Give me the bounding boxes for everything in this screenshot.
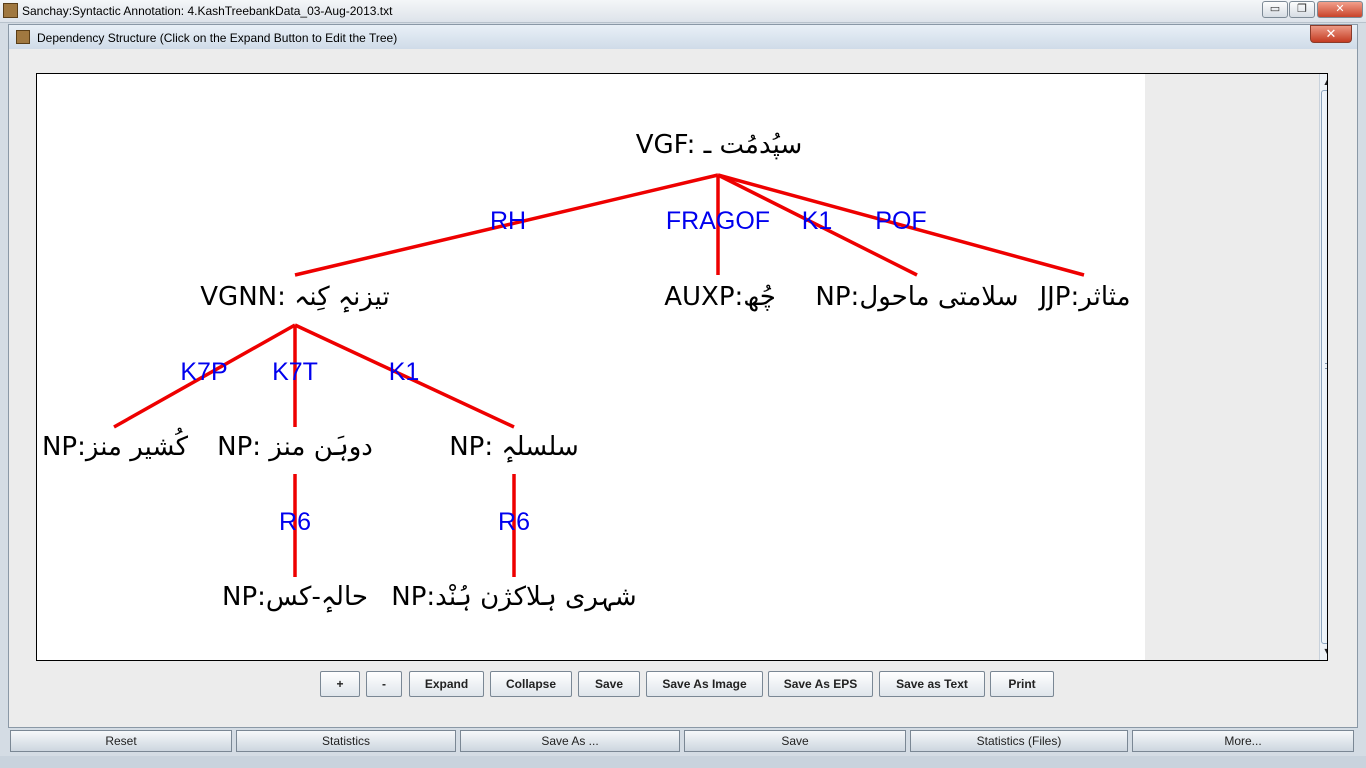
- restore-button[interactable]: ❐: [1289, 1, 1315, 18]
- edge-label-k1: K1: [388, 358, 420, 386]
- app-title: Sanchay:Syntactic Annotation: 4.KashTree…: [22, 4, 393, 18]
- edge-label-k7t: K7T: [272, 358, 318, 386]
- statistics-files-button[interactable]: Statistics (Files): [910, 730, 1128, 752]
- tree-node[interactable]: NP: سلسلہٕ: [449, 432, 579, 462]
- dependency-tree-canvas[interactable]: RH FRAGOF K1 POF K7P K7T K1 R6 R6 VGF: س…: [37, 74, 1145, 660]
- tree-node[interactable]: NP:سلامتی ماحول: [815, 282, 1018, 312]
- zoom-out-button[interactable]: -: [366, 671, 402, 697]
- tree-node[interactable]: VGNN: تیزنہٕ کِنہ: [200, 282, 389, 312]
- dependency-dialog: Dependency Structure (Click on the Expan…: [8, 24, 1358, 728]
- bottom-action-bar: Reset Statistics Save As ... Save Statis…: [8, 730, 1358, 752]
- bottom-strip: [0, 756, 1366, 768]
- tree-view-frame: RH FRAGOF K1 POF K7P K7T K1 R6 R6 VGF: س…: [36, 73, 1328, 661]
- dialog-close-button[interactable]: ✕: [1310, 25, 1352, 43]
- tree-node[interactable]: NP: دوہَن منز: [217, 432, 373, 462]
- tree-node[interactable]: NP:شہری ہلاکژن ہُنْد: [391, 582, 636, 612]
- close-icon: ✕: [1325, 27, 1337, 42]
- edge-label-rh: RH: [489, 207, 527, 235]
- edge-label-r6: R6: [279, 508, 311, 536]
- save-as-text-button[interactable]: Save as Text: [879, 671, 985, 697]
- minimize-icon: ▭: [1269, 2, 1281, 15]
- tree-node[interactable]: AUXP:چُھ: [664, 282, 776, 312]
- app-icon: [3, 3, 18, 18]
- tree-toolbar: + - Expand Collapse Save Save As Image S…: [9, 671, 1357, 699]
- dialog-app-icon: [16, 30, 30, 44]
- save-button[interactable]: Save: [578, 671, 640, 697]
- edge-label-fragof: FRAGOF: [665, 207, 771, 235]
- statistics-button[interactable]: Statistics: [236, 730, 456, 752]
- tree-node[interactable]: NP:کُشیر منز: [42, 432, 188, 462]
- close-icon: ✕: [1335, 2, 1345, 15]
- minimize-button[interactable]: ▭: [1262, 1, 1288, 18]
- more-button[interactable]: More...: [1132, 730, 1354, 752]
- dialog-title: Dependency Structure (Click on the Expan…: [37, 31, 398, 45]
- edge-label-k1: K1: [801, 207, 833, 235]
- scroll-down-icon[interactable]: ▼: [1320, 644, 1327, 660]
- edge-label-r6: R6: [498, 508, 530, 536]
- bottom-save-button[interactable]: Save: [684, 730, 906, 752]
- edge-label-k7p: K7P: [180, 358, 228, 386]
- vertical-scrollbar[interactable]: ▲ ▼: [1319, 74, 1327, 660]
- close-button[interactable]: ✕: [1317, 1, 1363, 18]
- print-button[interactable]: Print: [990, 671, 1054, 697]
- restore-icon: ❐: [1297, 2, 1307, 15]
- save-as-image-button[interactable]: Save As Image: [646, 671, 763, 697]
- app-titlebar: Sanchay:Syntactic Annotation: 4.KashTree…: [0, 0, 1366, 23]
- expand-button[interactable]: Expand: [409, 671, 484, 697]
- tree-node[interactable]: NP:حالہٕ-کس: [222, 582, 368, 612]
- reset-button[interactable]: Reset: [10, 730, 232, 752]
- edge-label-pof: POF: [875, 207, 927, 235]
- tree-node[interactable]: JJP:مثاثر: [1039, 282, 1130, 312]
- collapse-button[interactable]: Collapse: [490, 671, 572, 697]
- dialog-titlebar: Dependency Structure (Click on the Expan…: [9, 25, 1357, 49]
- zoom-in-button[interactable]: +: [320, 671, 360, 697]
- save-as-eps-button[interactable]: Save As EPS: [768, 671, 873, 697]
- tree-node-root[interactable]: VGF: سپُدمُت ـ: [636, 130, 803, 160]
- save-as-button[interactable]: Save As ...: [460, 730, 680, 752]
- scroll-up-icon[interactable]: ▲: [1320, 74, 1327, 90]
- scroll-thumb[interactable]: [1321, 90, 1327, 644]
- grip-icon: [1325, 363, 1327, 369]
